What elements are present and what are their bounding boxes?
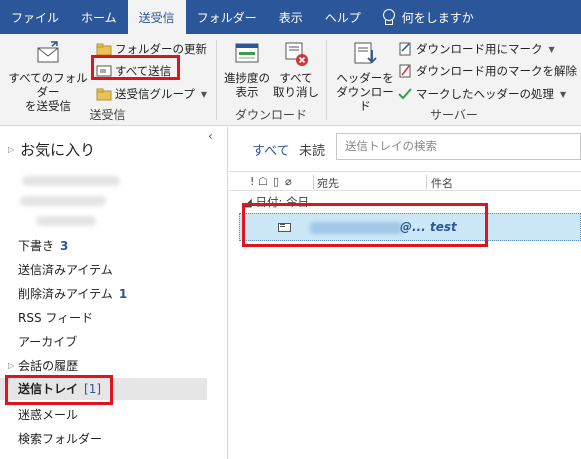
column-header: ! ☖ ▯ ⌀ 宛先 件名 [229, 171, 581, 191]
group-label-download: ダウンロード [234, 108, 307, 122]
process-marked-headers-label: マークしたヘッダーの処理 [416, 87, 554, 101]
mark-to-download-button[interactable]: ダウンロード用にマーク ▼ [397, 41, 555, 57]
folder-archive[interactable]: アーカイブ [18, 333, 77, 350]
lightbulb-icon [382, 9, 395, 25]
send-receive-groups-label: 送受信グループ [115, 87, 195, 101]
filter-all[interactable]: すべて [252, 140, 290, 159]
column-divider[interactable] [426, 175, 427, 189]
column-subject[interactable]: 件名 [431, 175, 453, 191]
chevron-down-icon: ▼ [200, 89, 207, 99]
tell-me-box[interactable]: 何をしますか [372, 0, 474, 34]
folder-deleted-items[interactable]: 削除済みアイテム 1 [18, 285, 127, 302]
download-headers-icon [352, 40, 378, 68]
send-receive-all-label-1: すべてのフォルダー [8, 71, 88, 99]
folder-drafts[interactable]: 下書き 3 [18, 237, 68, 254]
show-progress-label-2: 表示 [235, 85, 259, 99]
redacted-account [20, 196, 106, 206]
send-receive-all-icon [35, 40, 61, 68]
folder-junk[interactable]: 迷惑メール [18, 406, 78, 423]
folder-drafts-label: 下書き [18, 239, 55, 253]
unmark-document-icon [397, 64, 413, 78]
attachment-column-icon[interactable]: ⌀ [285, 175, 292, 188]
search-input[interactable]: 送信トレイの検索 [336, 133, 581, 160]
group-label-send-receive: 送受信 [89, 108, 126, 122]
folder-rss[interactable]: RSS フィード [18, 309, 93, 326]
tab-home[interactable]: ホーム [70, 0, 128, 34]
folder-conversation-label: 会話の履歴 [18, 359, 79, 373]
progress-window-icon [234, 40, 260, 68]
group-send-receive: すべてのフォルダー を送受信 フォルダーの更新 すべて送信 送受信グループ ▼ … [0, 34, 215, 126]
folder-search-folders[interactable]: 検索フォルダー [18, 430, 102, 447]
folders-group-icon [96, 87, 112, 101]
cancel-all-label-2: 取り消し [273, 85, 319, 99]
tell-me-label: 何をしますか [401, 10, 474, 25]
document-column-icon[interactable]: ▯ [273, 175, 279, 188]
chevron-down-icon: ▼ [560, 89, 567, 99]
folder-sent-items[interactable]: 送信済みアイテム [18, 261, 113, 278]
redacted-account [36, 216, 96, 226]
column-divider[interactable] [313, 175, 314, 189]
tab-send-receive[interactable]: 送受信 [127, 0, 186, 34]
redacted-account [22, 176, 120, 186]
send-receive-all-folders-button[interactable]: すべてのフォルダー を送受信 [4, 40, 92, 113]
process-marked-headers-button[interactable]: マークしたヘッダーの処理 ▼ [397, 86, 566, 102]
collapse-pane-icon[interactable]: ‹ [208, 129, 213, 143]
group-label-server: サーバー [430, 108, 478, 122]
folder-deleted-label: 削除済みアイテム [18, 287, 113, 301]
filter-unread[interactable]: 未読 [299, 140, 325, 159]
chevron-down-icon: ▼ [548, 44, 555, 54]
mark-to-download-label: ダウンロード用にマーク [416, 42, 543, 56]
tab-file[interactable]: ファイル [0, 0, 70, 34]
send-all-highlight [91, 55, 180, 80]
tab-help[interactable]: ヘルプ [314, 0, 372, 34]
unmark-to-download-label: ダウンロード用のマークを解除 [416, 64, 577, 78]
unmark-to-download-button[interactable]: ダウンロード用のマークを解除 ▼ [397, 63, 581, 79]
folder-refresh-icon [96, 42, 112, 56]
importance-column-icon[interactable]: ! [250, 175, 254, 188]
mark-document-icon [397, 42, 413, 56]
expand-triangle-icon[interactable]: ▷ [8, 145, 14, 154]
ribbon-tab-bar: ファイル ホーム 送受信 フォルダー 表示 ヘルプ 何をしますか [0, 0, 581, 34]
group-server: ヘッダーを ダウンロード ダウンロード用にマーク ▼ ダウンロード用のマークを解… [327, 34, 581, 126]
checkmark-icon [397, 87, 413, 101]
message-highlight [242, 203, 488, 247]
drafts-count: 3 [60, 239, 69, 253]
tab-view[interactable]: 表示 [268, 0, 314, 34]
ribbon: すべてのフォルダー を送受信 フォルダーの更新 すべて送信 送受信グループ ▼ … [0, 34, 581, 126]
favorites-label: お気に入り [20, 141, 96, 159]
reminder-bell-icon[interactable]: ☖ [258, 175, 268, 188]
message-list: すべて 未読 送信トレイの検索 ! ☖ ▯ ⌀ 宛先 件名 ◢ 日付: 今日 @… [229, 127, 581, 459]
cancel-all-button[interactable]: すべて 取り消し [273, 40, 319, 99]
cancel-icon [283, 40, 309, 68]
column-to[interactable]: 宛先 [317, 175, 339, 191]
expand-triangle-icon[interactable]: ▷ [8, 361, 14, 370]
deleted-count: 1 [118, 287, 128, 301]
send-receive-groups-button[interactable]: 送受信グループ ▼ [96, 86, 207, 102]
group-download: 進捗度の 表示 すべて 取り消し ダウンロード [217, 34, 325, 126]
show-progress-button[interactable]: 進捗度の 表示 [221, 40, 273, 99]
folder-pane: ‹ ▷ お気に入り 下書き 3 送信済みアイテム 削除済みアイテム 1 RSS フィ… [0, 127, 228, 459]
show-progress-label-1: 進捗度の [224, 71, 270, 85]
download-headers-button[interactable]: ヘッダーを ダウンロード [333, 40, 397, 113]
download-headers-label-1: ヘッダーを [336, 71, 394, 85]
outbox-highlight [5, 375, 113, 405]
tab-folder[interactable]: フォルダー [186, 0, 268, 34]
folder-conversation-history[interactable]: ▷ 会話の履歴 [8, 357, 78, 374]
favorites-header[interactable]: ▷ お気に入り [8, 139, 95, 160]
cancel-all-label-1: すべて [279, 71, 313, 85]
